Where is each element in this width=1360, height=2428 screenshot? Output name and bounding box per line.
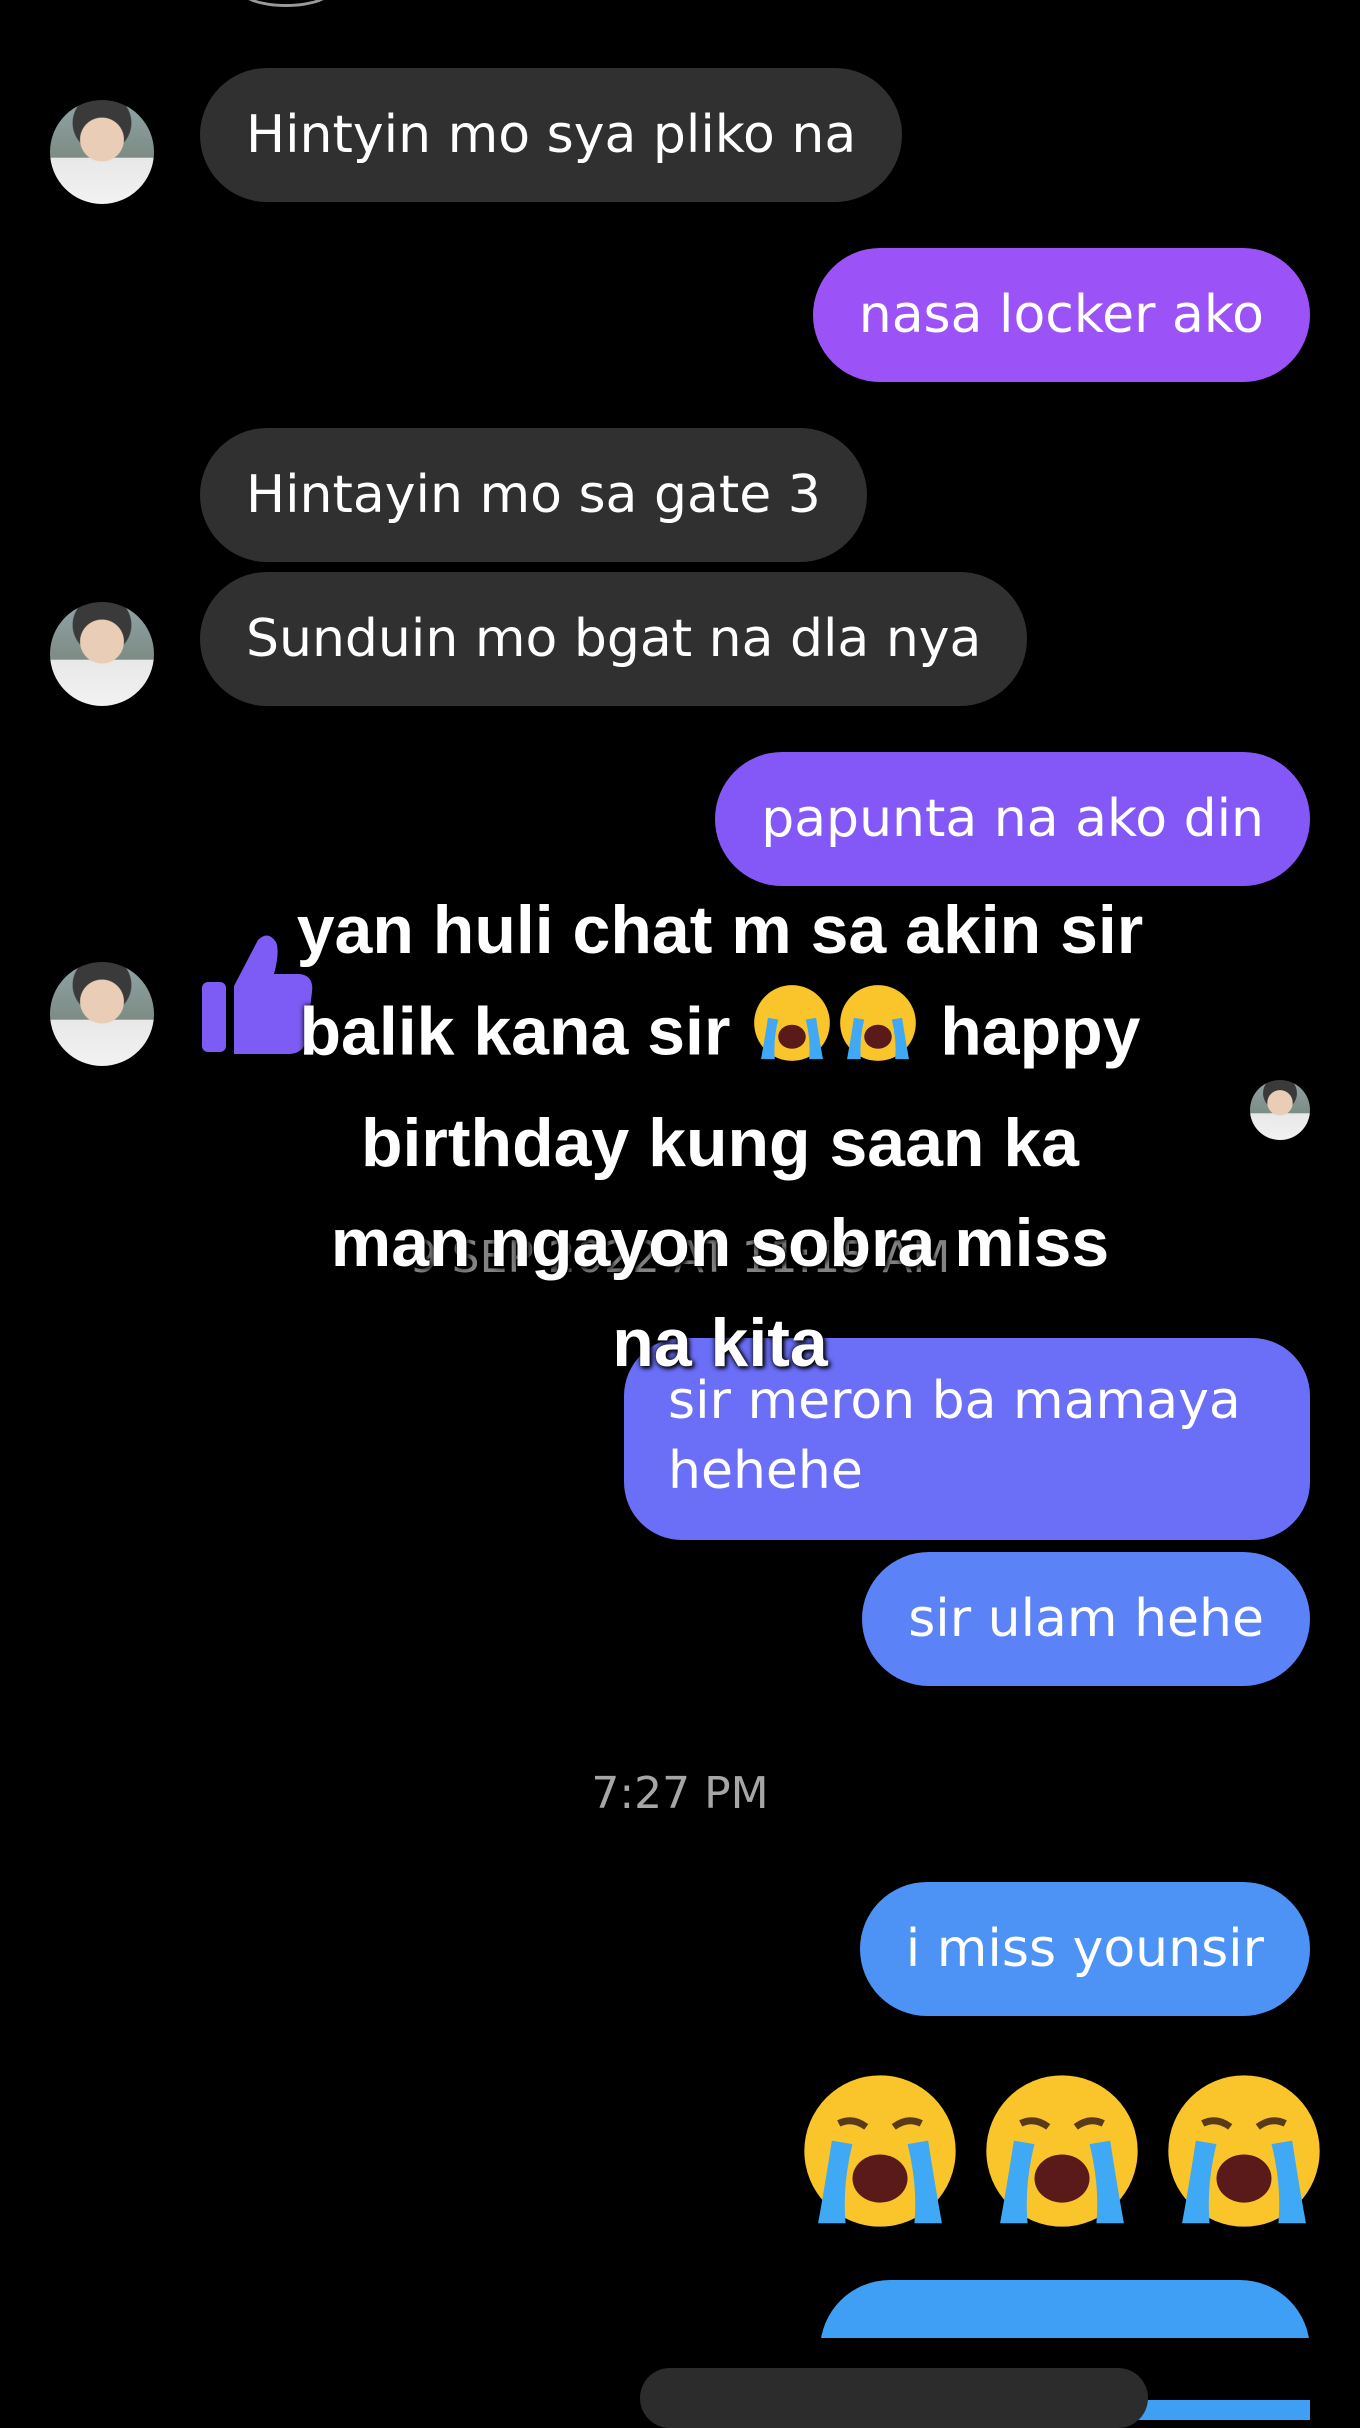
- caption-line: yan huli chat m sa akin sir: [296, 892, 1144, 968]
- avatar-partial: [238, 0, 334, 7]
- message-text: nasa locker ako: [858, 285, 1264, 345]
- message-text: Hintyin mo sya pliko na: [246, 105, 857, 165]
- message-text: Sunduin mo bgat na dla nya: [246, 609, 982, 669]
- message-incoming[interactable]: Sunduin mo bgat na dla nya: [200, 572, 1028, 706]
- message-outgoing[interactable]: sir ulam hehe: [862, 1552, 1310, 1686]
- message-incoming[interactable]: Hintayin mo sa gate 3: [200, 428, 867, 562]
- crying-emoji-icon: [749, 980, 835, 1093]
- message-outgoing[interactable]: i miss younsir: [859, 1882, 1310, 2016]
- timestamp: 7:27 PM: [591, 1768, 769, 1819]
- message-incoming[interactable]: Hintyin mo sya pliko na: [200, 68, 903, 202]
- avatar[interactable]: [50, 602, 154, 706]
- message-outgoing[interactable]: nasa locker ako: [812, 248, 1310, 382]
- message-text: sir ulam hehe: [908, 1589, 1264, 1649]
- avatar[interactable]: [50, 962, 154, 1066]
- caption-line: man ngayon sobra miss: [330, 1205, 1110, 1281]
- message-text: i miss younsir: [905, 1919, 1264, 1979]
- avatar[interactable]: [50, 100, 154, 204]
- crying-emoji-icon: [835, 980, 921, 1093]
- message-text: Hintayin mo sa gate 3: [246, 465, 821, 525]
- caption-line: balik kana sir happy: [160, 980, 1280, 1093]
- message-outgoing[interactable]: papunta na ako din: [715, 752, 1310, 886]
- message-text: papunta na ako din: [761, 789, 1264, 849]
- crying-emoji-icon: [1168, 2075, 1320, 2227]
- overlay-caption: yan huli chat m sa akin sir balik kana s…: [160, 880, 1280, 1393]
- caption-line: birthday kung saan ka: [361, 1105, 1079, 1181]
- crying-emoji-icon: [804, 2075, 956, 2227]
- composer-bar-partial[interactable]: [640, 2368, 1148, 2428]
- caption-line: na kita: [612, 1305, 828, 1381]
- emoji-message[interactable]: [794, 2065, 1330, 2237]
- crying-emoji-icon: [986, 2075, 1138, 2227]
